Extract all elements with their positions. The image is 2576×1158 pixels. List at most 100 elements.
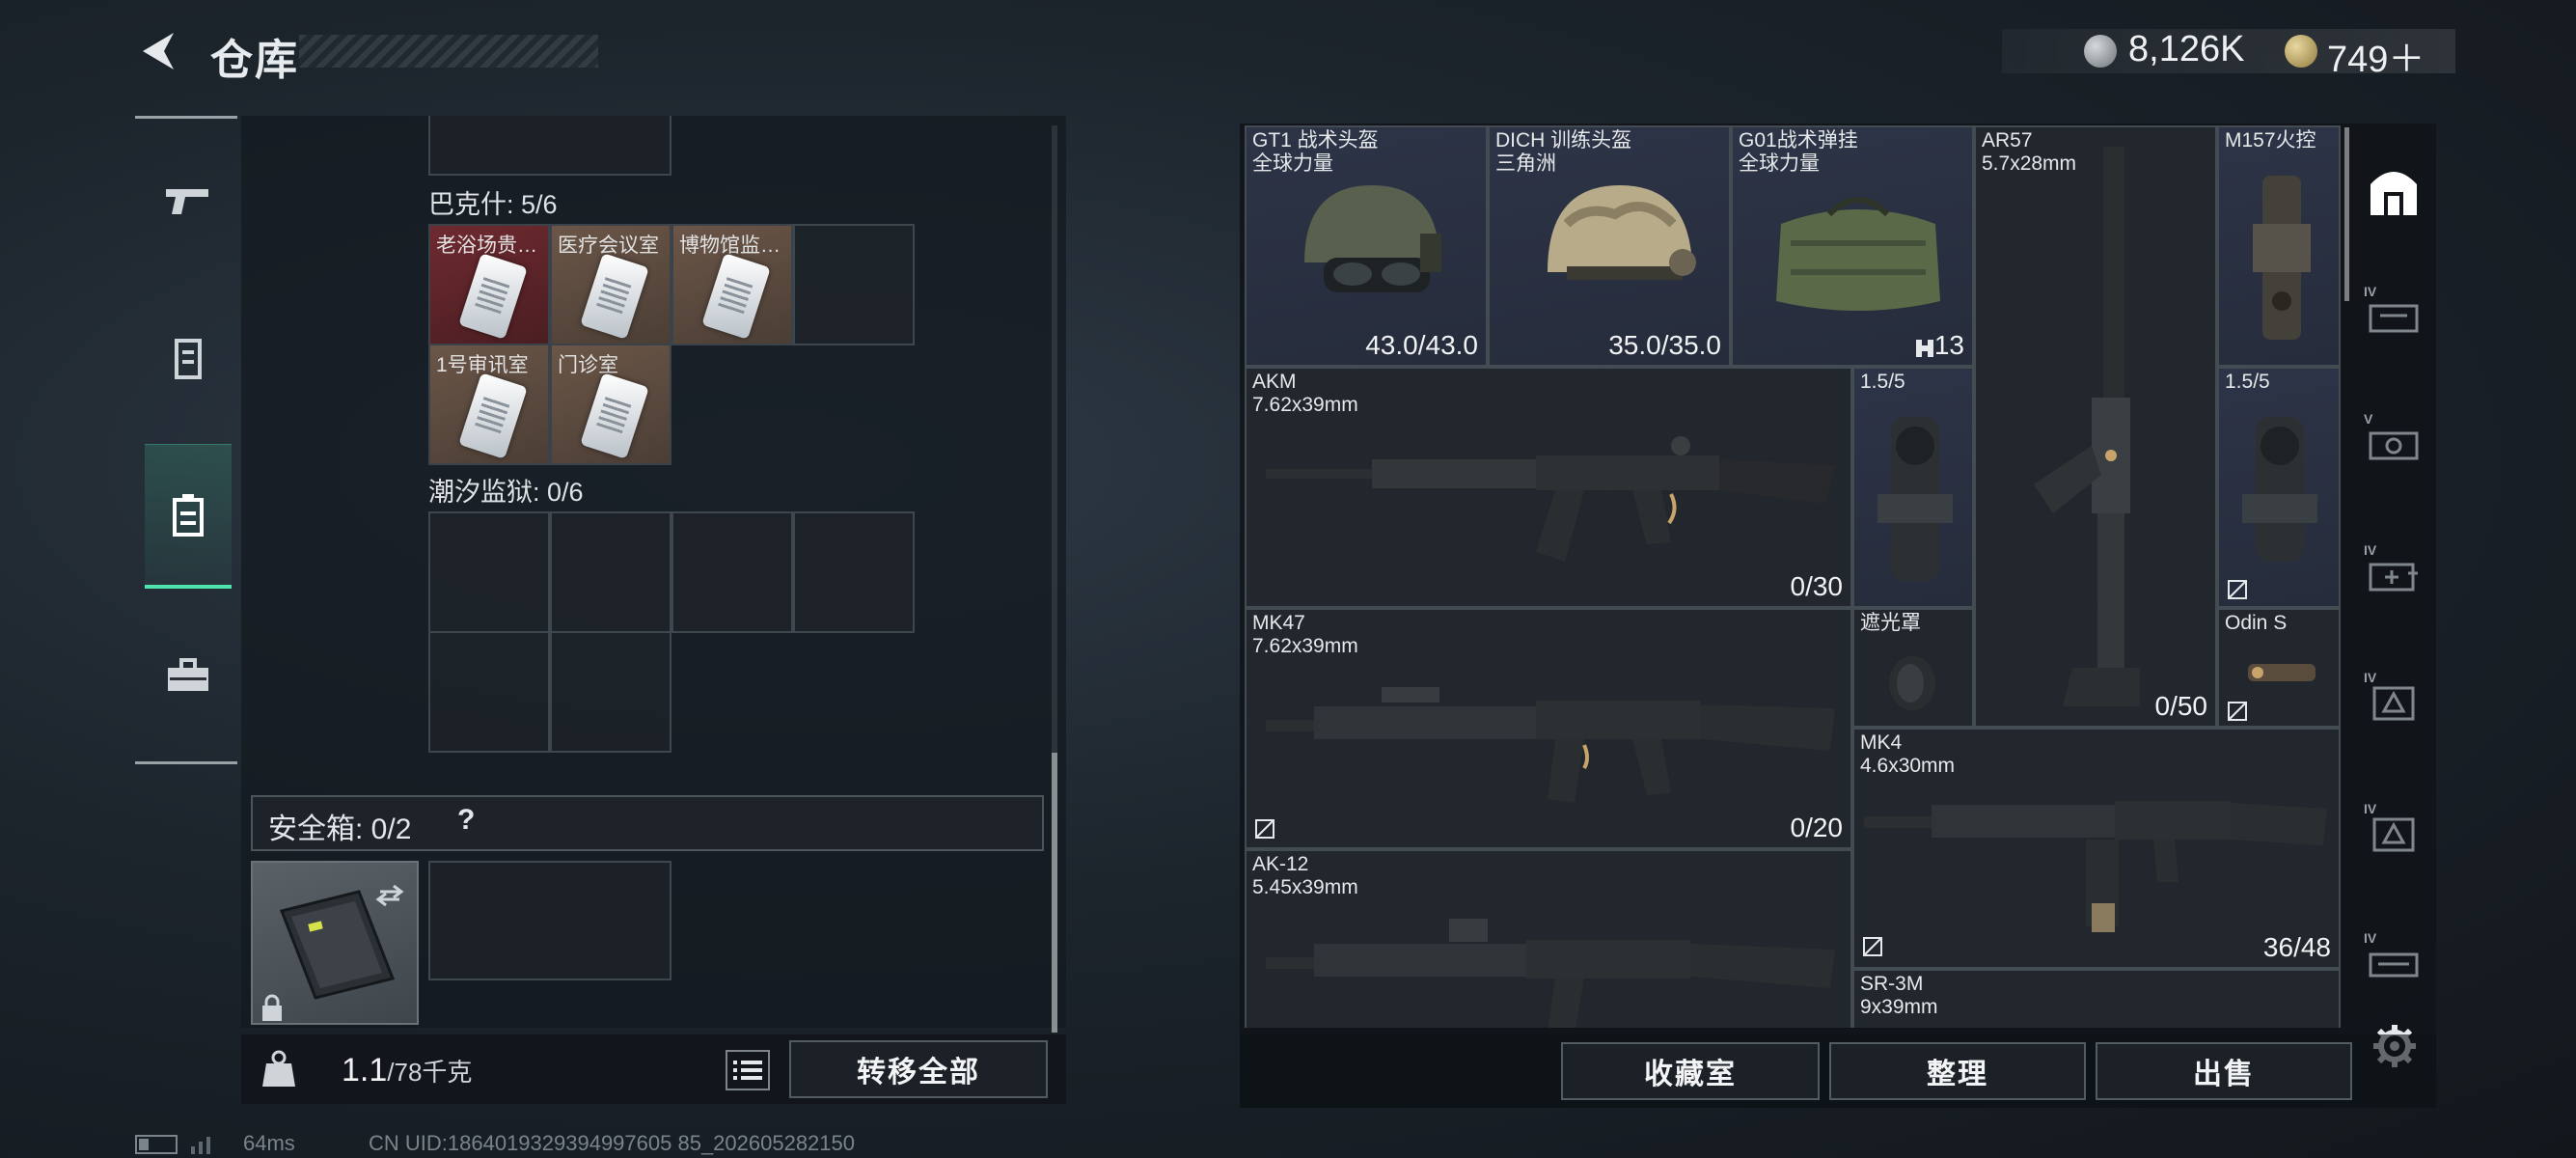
weapon-item-sr3m[interactable]: SR-3M 9x39mm bbox=[1852, 969, 2341, 1028]
keycard-item[interactable]: 博物馆监… bbox=[671, 224, 793, 345]
tab-containers[interactable] bbox=[145, 444, 232, 589]
carry-weight-value: 1.1 bbox=[342, 1052, 388, 1089]
back-arrow-icon[interactable] bbox=[135, 27, 183, 75]
user-uid: CN UID:1864019329394997605 85_2026052821… bbox=[369, 1131, 856, 1155]
stash-tab-cards[interactable]: IV bbox=[2360, 668, 2427, 735]
lens-hood-item[interactable]: 遮光罩 bbox=[1852, 608, 1974, 728]
item-name: 1.5/5 bbox=[1860, 371, 1905, 393]
weapon-item-mk4[interactable]: MK4 4.6x30mm 36/48 bbox=[1852, 728, 2341, 969]
pistol-icon bbox=[166, 189, 208, 214]
currency-gold-amount[interactable]: 749＋ bbox=[2327, 29, 2425, 82]
weapon-item-ak12[interactable]: AK-12 5.45x39mm bbox=[1245, 849, 1852, 1028]
tab-weapons[interactable] bbox=[145, 152, 232, 249]
empty-slot[interactable] bbox=[793, 511, 915, 633]
akm-rifle-icon bbox=[1266, 436, 1835, 562]
ammo-crate-icon bbox=[2369, 304, 2419, 333]
tab-tier-label: IV bbox=[2364, 670, 2377, 685]
tab-tier-label: IV bbox=[2364, 284, 2377, 299]
gold-coin-icon bbox=[2285, 35, 2317, 68]
transfer-all-button[interactable]: 转移全部 bbox=[789, 1040, 1048, 1098]
item-title: AKM bbox=[1252, 371, 1297, 393]
empty-slot[interactable] bbox=[428, 511, 550, 633]
mk47-rifle-icon bbox=[1266, 687, 1835, 803]
empty-slot[interactable] bbox=[428, 631, 550, 753]
keycard-item[interactable]: 医疗会议室 bbox=[550, 224, 671, 345]
tab-tier-label: IV bbox=[2364, 542, 2377, 558]
safe-box-empty-slot[interactable] bbox=[428, 861, 671, 980]
item-subtitle: 7.62x39mm bbox=[1252, 394, 1358, 416]
carry-weight-max: /78千克 bbox=[387, 1058, 473, 1087]
no-insure-icon bbox=[2228, 702, 2247, 721]
scope-item[interactable]: 1.5/5 bbox=[1852, 367, 1974, 608]
stash-tab-main[interactable] bbox=[2360, 156, 2427, 224]
item-name: Odin S bbox=[2225, 612, 2288, 634]
item-name: G01战术弹挂 全球力量 bbox=[1739, 129, 1858, 176]
keycard-item[interactable]: 老浴场贵… bbox=[428, 224, 550, 345]
durability-value: 43.0/43.0 bbox=[1365, 330, 1478, 360]
empty-slot[interactable] bbox=[550, 511, 671, 633]
stash-scrollbar-thumb[interactable] bbox=[2344, 127, 2349, 301]
capacity-icon bbox=[1916, 340, 1933, 357]
toolbox-icon bbox=[168, 658, 208, 691]
tab-supplies[interactable] bbox=[145, 627, 232, 724]
weapon-item-akm[interactable]: AKM 7.62x39mm 0/30 bbox=[1245, 367, 1852, 608]
medkit-icon bbox=[2369, 563, 2418, 592]
ak12-rifle-icon bbox=[1266, 919, 1835, 1028]
item-subtitle: 全球力量 bbox=[1739, 152, 1820, 175]
stash-tab-medical[interactable]: IV bbox=[2360, 540, 2427, 608]
tab-tier-label: V bbox=[2364, 411, 2373, 427]
chest-rig-item[interactable]: G01战术弹挂 全球力量 13 bbox=[1731, 125, 1974, 367]
rifle-vertical-icon bbox=[2034, 147, 2140, 706]
empty-slot[interactable] bbox=[671, 511, 793, 633]
title-decoration bbox=[299, 35, 598, 68]
tactical-helmet-icon bbox=[1304, 185, 1441, 292]
tab-tier-label: IV bbox=[2364, 801, 2377, 816]
section-label-tidal-prison: 潮汐监狱: 0/6 bbox=[428, 478, 584, 507]
tab-armor[interactable] bbox=[145, 311, 232, 407]
stash-tab-weapons[interactable]: IV bbox=[2360, 928, 2427, 996]
grid-cell[interactable] bbox=[428, 116, 671, 176]
left-scrollbar-thumb[interactable] bbox=[1052, 753, 1057, 1033]
attachment-item-m157[interactable]: M157火控 bbox=[2217, 125, 2341, 367]
stash-tab-items[interactable]: IV bbox=[2360, 799, 2427, 867]
keycard-item[interactable]: 门诊室 bbox=[550, 344, 671, 465]
item-name: AK-12 5.45x39mm bbox=[1252, 853, 1358, 899]
weapon-case-icon bbox=[2369, 952, 2419, 978]
sell-button[interactable]: 出售 bbox=[2096, 1042, 2352, 1100]
keycard-icon bbox=[580, 253, 649, 340]
stash-tab-ammo[interactable]: IV bbox=[2360, 282, 2427, 349]
weapon-item-mk47[interactable]: MK47 7.62x39mm 0/20 bbox=[1245, 608, 1852, 849]
helmet-item[interactable]: DICH 训练头盔 三角洲 35.0/35.0 bbox=[1488, 125, 1731, 367]
item-title: MK4 bbox=[1860, 731, 1903, 754]
attachment-item-odin[interactable]: Odin S bbox=[2217, 608, 2341, 728]
weapon-item-ar57[interactable]: AR57 5.7x28mm 0/50 bbox=[1974, 125, 2217, 728]
help-icon[interactable]: ? bbox=[457, 804, 475, 837]
camera-case-icon bbox=[2369, 431, 2419, 460]
item-title: G01战术弹挂 bbox=[1739, 129, 1858, 152]
currency-silver-amount: 8,126K bbox=[2128, 29, 2245, 69]
empty-slot[interactable] bbox=[550, 631, 671, 753]
collection-room-button[interactable]: 收藏室 bbox=[1561, 1042, 1820, 1100]
durability-value: 35.0/35.0 bbox=[1608, 330, 1721, 360]
training-helmet-icon bbox=[1548, 185, 1696, 280]
list-view-button[interactable] bbox=[726, 1050, 770, 1090]
empty-slot[interactable] bbox=[793, 224, 915, 345]
ammo-count: 0/20 bbox=[1790, 813, 1844, 842]
item-subtitle: 7.62x39mm bbox=[1252, 635, 1358, 657]
tab-tier-label: IV bbox=[2364, 930, 2377, 946]
scope-icon bbox=[1877, 417, 1953, 581]
sort-button[interactable]: 整理 bbox=[1829, 1042, 2086, 1100]
weight-icon bbox=[262, 1050, 295, 1087]
safe-box-label: 安全箱: 0/2 bbox=[268, 813, 412, 845]
fire-control-icon bbox=[2253, 176, 2311, 340]
scope-item[interactable]: 1.5/5 bbox=[2217, 367, 2341, 608]
item-title: AK-12 bbox=[1252, 853, 1309, 875]
keycard-icon bbox=[458, 253, 528, 340]
keycard-item[interactable]: 1号审讯室 bbox=[428, 344, 550, 465]
stash-tab-gear[interactable]: V bbox=[2360, 409, 2427, 477]
warehouse-icon bbox=[2370, 172, 2417, 215]
helmet-item[interactable]: GT1 战术头盔 全球力量 43.0/43.0 bbox=[1245, 125, 1488, 367]
lock-icon bbox=[262, 994, 282, 1021]
ping-readout: 64ms bbox=[243, 1131, 295, 1155]
capacity-value: 13 bbox=[1933, 330, 1964, 360]
